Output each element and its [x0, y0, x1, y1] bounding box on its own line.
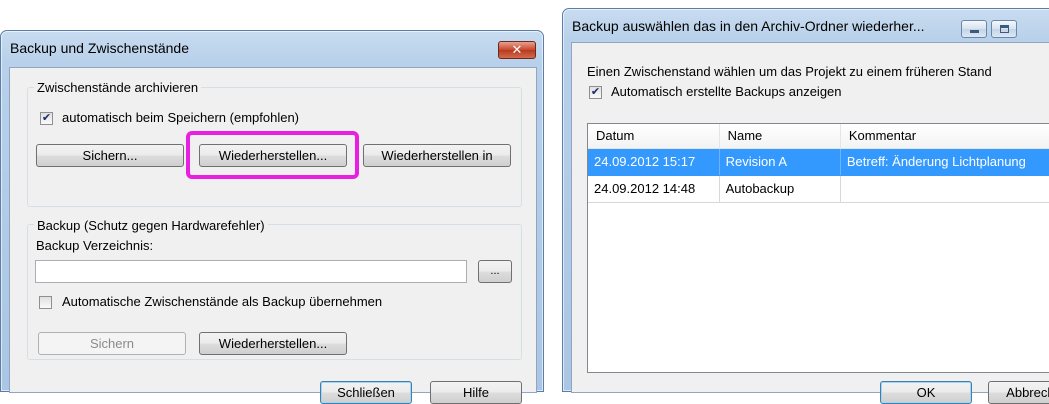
- row-name: Revision A: [719, 148, 841, 176]
- instruction-text: Einen Zwischenstand wählen um das Projek…: [587, 64, 992, 79]
- select-backup-dialog-title: Backup auswählen das in den Archiv-Ordne…: [572, 18, 925, 34]
- minimize-glyph: [970, 30, 979, 33]
- show-auto-backups-checkbox[interactable]: ✔: [589, 86, 602, 99]
- row-date: 24.09.2012 14:48: [588, 175, 720, 203]
- column-datum[interactable]: Datum: [588, 124, 720, 149]
- cancel-button[interactable]: Abbreche: [988, 381, 1049, 404]
- row-comment: [840, 175, 1049, 203]
- restore-in-button[interactable]: Wiederherstellen in: [363, 144, 511, 167]
- select-backup-dialog: Backup auswählen das in den Archiv-Ordne…: [562, 8, 1049, 404]
- backup-dir-input[interactable]: [35, 260, 467, 283]
- ok-button[interactable]: OK: [880, 381, 972, 404]
- auto-backup-checkbox[interactable]: [39, 296, 52, 309]
- restore-button-highlight: [186, 131, 359, 179]
- browse-button[interactable]: ...: [478, 260, 512, 283]
- archive-group-label: Zwischenstände archivieren: [34, 80, 202, 95]
- row-comment: Betreff: Änderung Lichtplanung: [840, 148, 1049, 176]
- column-name[interactable]: Name: [719, 124, 841, 149]
- backup-dialog: Backup und Zwischenstände ✕ Zwischenstän…: [0, 30, 544, 404]
- close-button[interactable]: Schließen: [320, 381, 412, 404]
- backup-save-button[interactable]: Sichern: [38, 332, 186, 355]
- maximize-glyph: [1000, 25, 1009, 33]
- backup-dialog-title: Backup und Zwischenstände: [10, 40, 189, 56]
- save-button[interactable]: Sichern...: [36, 144, 184, 167]
- row-date: 24.09.2012 15:17: [588, 148, 720, 176]
- show-auto-backups-label: Automatisch erstellte Backups anzeigen: [611, 84, 842, 99]
- checkmark-icon: ✔: [41, 112, 52, 124]
- table-row[interactable]: 24.09.2012 15:17 Revision A Betreff: Änd…: [588, 148, 1049, 176]
- help-button[interactable]: Hilfe: [430, 381, 522, 404]
- backup-group-label: Backup (Schutz gegen Hardwarefehler): [34, 218, 268, 233]
- auto-save-label: automatisch beim Speichern (empfohlen): [62, 110, 300, 125]
- column-kommentar[interactable]: Kommentar: [840, 124, 1049, 149]
- select-backup-client: Einen Zwischenstand wählen um das Projek…: [571, 42, 1049, 404]
- maximize-icon[interactable]: [991, 20, 1017, 38]
- table-row[interactable]: 24.09.2012 14:48 Autobackup: [588, 175, 1049, 203]
- backup-dir-label: Backup Verzeichnis:: [36, 238, 154, 253]
- row-name: Autobackup: [719, 175, 841, 203]
- auto-backup-label: Automatische Zwischenstände als Backup ü…: [62, 294, 383, 309]
- backup-table-header: Datum Name Kommentar: [588, 124, 1049, 149]
- minimize-icon[interactable]: [961, 20, 987, 38]
- backup-restore-button[interactable]: Wiederherstellen...: [199, 332, 347, 355]
- close-icon[interactable]: ✕: [498, 41, 536, 59]
- backup-dialog-client: Zwischenstände archivieren ✔ automatisch…: [9, 67, 537, 404]
- backup-table: Datum Name Kommentar 24.09.2012 15:17 Re…: [588, 124, 1049, 203]
- backup-list[interactable]: Datum Name Kommentar 24.09.2012 15:17 Re…: [587, 123, 1049, 373]
- checkmark-icon: ✔: [590, 86, 601, 98]
- auto-save-checkbox[interactable]: ✔: [40, 112, 53, 125]
